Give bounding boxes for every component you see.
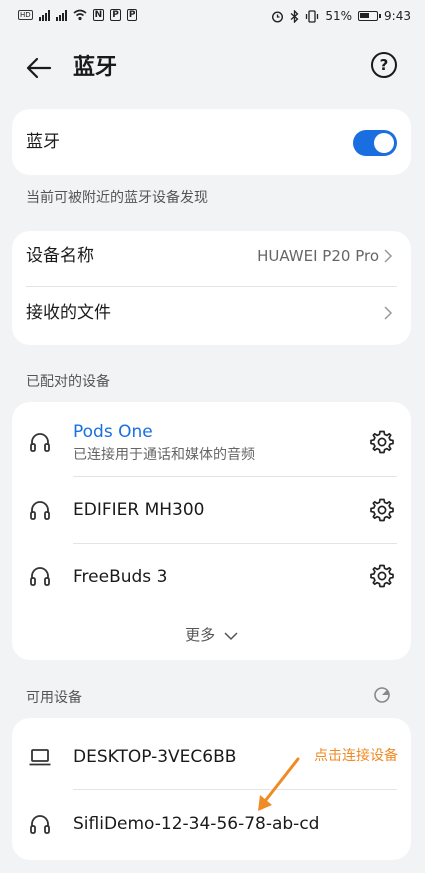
status-left: HD N P P	[18, 9, 138, 21]
more-button[interactable]: 更多	[12, 624, 411, 646]
app-bar: 蓝牙 ?	[0, 38, 425, 98]
page-title: 蓝牙	[73, 55, 118, 80]
device-status: 已连接用于通话和媒体的音频	[73, 447, 255, 463]
battery-percent: 51%	[325, 9, 353, 23]
device-name: Pods One	[73, 422, 153, 442]
clock: 9:43	[384, 9, 411, 23]
help-icon[interactable]: ?	[371, 52, 397, 78]
device-name-label: 设备名称	[26, 246, 94, 266]
bluetooth-icon	[290, 9, 299, 23]
paired-devices-heading: 已配对的设备	[26, 374, 110, 390]
divider	[73, 543, 397, 544]
hd-icon: HD	[18, 10, 33, 20]
paired-devices-card: Pods One 已连接用于通话和媒体的音频 EDIFIER MH300 Fre…	[12, 402, 411, 660]
headset-icon	[30, 815, 50, 834]
app-notification-icon: P	[110, 9, 121, 21]
discoverable-note: 当前可被附近的蓝牙设备发现	[26, 190, 208, 206]
signal-icon	[55, 9, 67, 21]
divider	[73, 476, 397, 477]
gear-icon[interactable]	[369, 563, 395, 589]
status-bar: HD N P P 51% 9:43	[0, 0, 425, 34]
device-name: SifliDemo-12-34-56-78-ab-cd	[73, 814, 320, 834]
received-files-label: 接收的文件	[26, 303, 111, 323]
status-right: 51% 9:43	[271, 9, 411, 23]
laptop-icon	[29, 749, 51, 766]
device-name: EDIFIER MH300	[73, 500, 205, 520]
app-notification-icon: P	[126, 9, 138, 21]
headset-icon	[30, 501, 50, 520]
headset-icon	[30, 433, 50, 452]
alarm-icon	[272, 10, 284, 23]
vibrate-icon	[306, 9, 319, 23]
nfc-icon: N	[92, 9, 105, 21]
annotation-arrow-icon	[258, 757, 300, 811]
device-settings-card: 设备名称 HUAWEI P20 Pro 接收的文件	[12, 231, 411, 345]
gear-icon[interactable]	[369, 497, 395, 523]
chevron-right-icon	[384, 306, 393, 320]
device-name-value: HUAWEI P20 Pro	[257, 247, 379, 265]
bluetooth-toggle-card: 蓝牙	[12, 109, 411, 175]
chevron-right-icon	[384, 249, 393, 263]
headset-icon	[30, 567, 50, 586]
device-name: FreeBuds 3	[73, 567, 168, 587]
scanning-icon	[374, 687, 390, 703]
bluetooth-label: 蓝牙	[26, 132, 60, 152]
divider	[73, 789, 397, 790]
available-devices-card: DESKTOP-3VEC6BB SifliDemo-12-34-56-78-ab…	[12, 718, 411, 860]
device-name: DESKTOP-3VEC6BB	[73, 747, 237, 767]
back-arrow-icon[interactable]	[24, 53, 54, 83]
wifi-icon	[73, 9, 87, 21]
connect-annotation: 点击连接设备	[314, 748, 398, 764]
battery-icon	[358, 11, 382, 21]
chevron-down-icon	[224, 631, 238, 640]
bluetooth-toggle[interactable]	[353, 130, 397, 156]
available-devices-heading: 可用设备	[26, 690, 82, 706]
divider	[26, 286, 397, 287]
gear-icon[interactable]	[369, 429, 395, 455]
signal-icon	[38, 9, 50, 21]
more-label: 更多	[185, 626, 216, 644]
